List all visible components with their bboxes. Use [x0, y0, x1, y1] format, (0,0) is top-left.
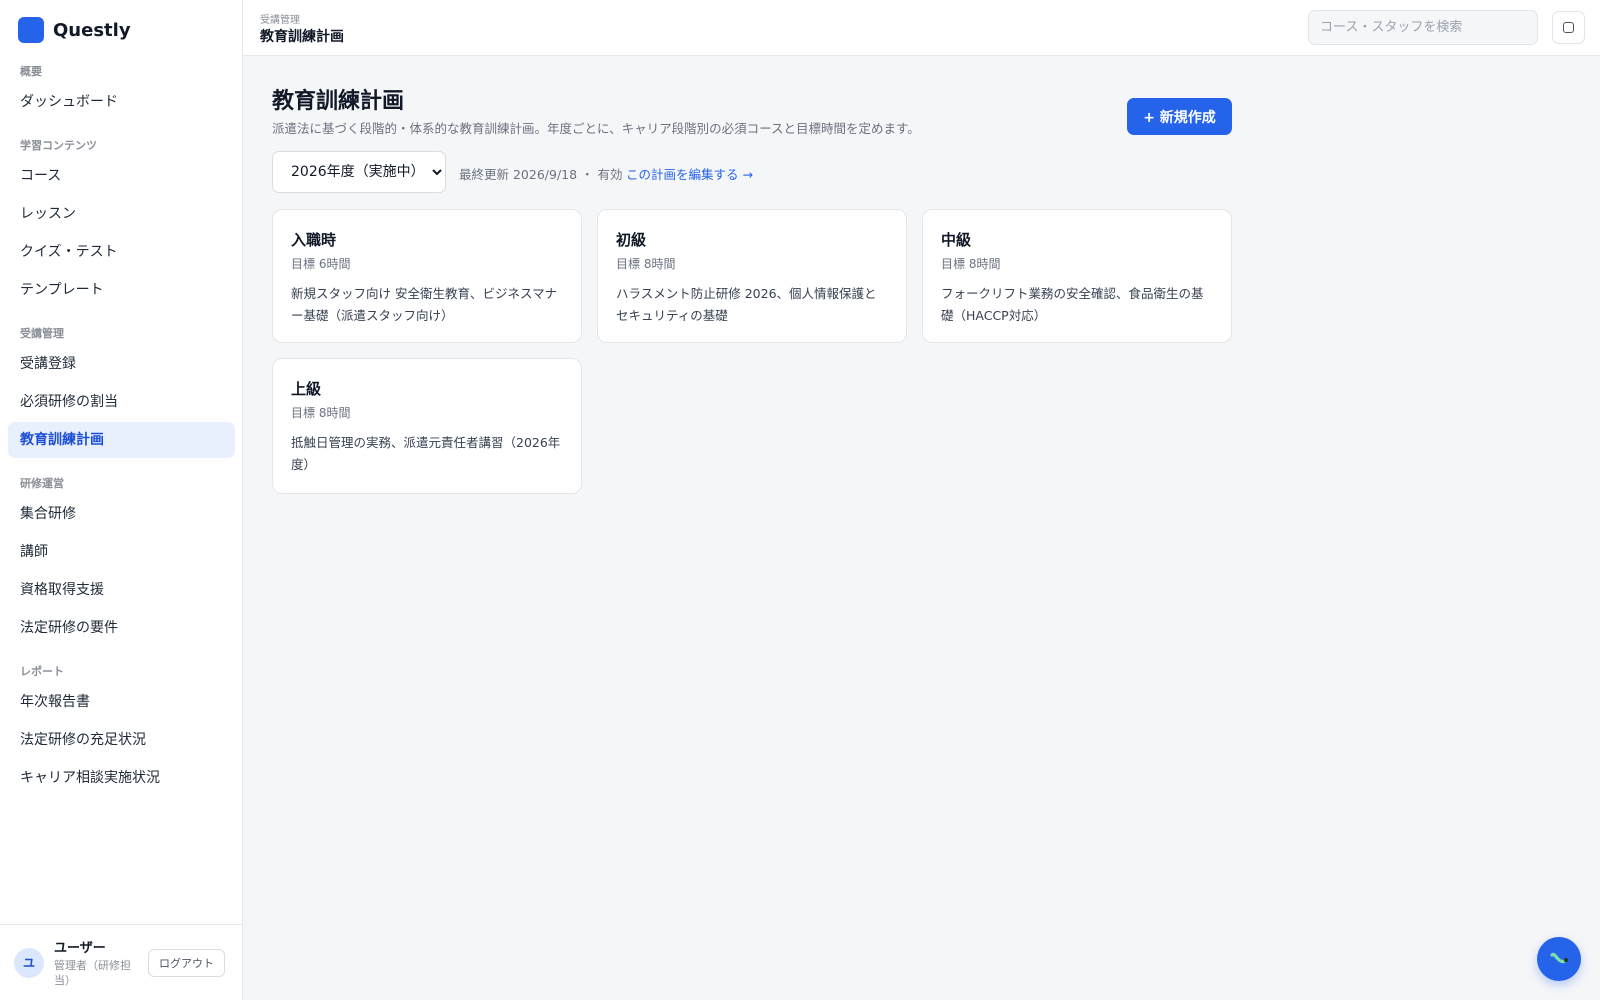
settings-button[interactable] — [1552, 11, 1585, 44]
user-panel: ユ ユーザー 管理者（研修担当） ログアウト — [0, 924, 243, 1000]
breadcrumb[interactable]: 受講管理 — [260, 11, 300, 26]
nav-section-label: 研修運営 — [20, 477, 64, 490]
plan-card-advanced[interactable]: 上級 目標 8時間 抵触日管理の実務、派遣元責任者講習（2026年度） — [272, 358, 582, 494]
card-target-hours: 目標 8時間 — [616, 257, 676, 271]
card-target-hours: 目標 8時間 — [291, 406, 351, 420]
sidebar-item-legal-requirements[interactable]: 法定研修の要件 — [8, 610, 235, 646]
chat-assistant-icon — [1550, 952, 1569, 964]
sidebar-item-dashboard[interactable]: ダッシュボード — [8, 84, 235, 120]
page-description: 派遣法に基づく段階的・体系的な教育訓練計画。年度ごとに、キャリア段階別の必須コー… — [272, 121, 920, 136]
edit-plan-link[interactable]: この計画を編集する → — [626, 164, 753, 183]
new-plan-button[interactable]: + 新規作成 — [1127, 98, 1232, 135]
card-description: ハラスメント防止研修 2026、個人情報保護とセキュリティの基礎 — [616, 286, 877, 323]
plan-card-beginner[interactable]: 初級 目標 8時間 ハラスメント防止研修 2026、個人情報保護とセキュリティの… — [597, 209, 907, 343]
sidebar-item-legal-status[interactable]: 法定研修の充足状況 — [8, 722, 235, 758]
sidebar-item-annual-report[interactable]: 年次報告書 — [8, 684, 235, 720]
user-name: ユーザー — [54, 941, 106, 956]
nav-section-label: 受講管理 — [20, 327, 64, 340]
card-title: 入職時 — [291, 231, 337, 249]
avatar: ユ — [14, 947, 44, 978]
card-target-hours: 目標 8時間 — [941, 257, 1001, 271]
sidebar-nav: 概要 ダッシュボード 学習コンテンツ コース レッスン クイズ・テスト テンプレ… — [8, 60, 235, 798]
search-input[interactable] — [1308, 10, 1538, 45]
nav-section-label: 概要 — [20, 65, 42, 78]
square-icon — [1563, 22, 1574, 33]
card-title: 中級 — [941, 231, 972, 249]
brand[interactable]: Questly — [18, 17, 131, 43]
nav-section-label: 学習コンテンツ — [20, 139, 97, 152]
plan-card-intermediate[interactable]: 中級 目標 8時間 フォークリフト業務の安全確認、食品衛生の基礎（HACCP対応… — [922, 209, 1232, 343]
page-title: 教育訓練計画 — [272, 89, 405, 114]
sidebar-item-enrollment[interactable]: 受講登録 — [8, 346, 235, 382]
plan-card-onboarding[interactable]: 入職時 目標 6時間 新規スタッフ向け 安全衛生教育、ビジネスマナー基礎（派遣ス… — [272, 209, 582, 343]
card-description: 新規スタッフ向け 安全衛生教育、ビジネスマナー基礎（派遣スタッフ向け） — [291, 286, 558, 323]
chat-assistant-button[interactable] — [1537, 937, 1581, 981]
sidebar-item-quizzes[interactable]: クイズ・テスト — [8, 234, 235, 270]
sidebar-item-courses[interactable]: コース — [8, 158, 235, 194]
user-info: ユーザー 管理者（研修担当） — [54, 937, 138, 988]
sidebar-item-training-plan[interactable]: 教育訓練計画 — [8, 422, 235, 458]
nav-section-label: レポート — [20, 665, 64, 678]
card-title: 上級 — [291, 380, 322, 398]
card-title: 初級 — [616, 231, 647, 249]
card-description: 抵触日管理の実務、派遣元責任者講習（2026年度） — [291, 435, 561, 472]
year-select[interactable]: 2026年度（実施中） — [272, 151, 446, 193]
plan-meta: 最終更新 2026/9/18 ・ 有効 — [459, 167, 623, 182]
sidebar-item-lessons[interactable]: レッスン — [8, 196, 235, 232]
sidebar-item-certification[interactable]: 資格取得支援 — [8, 572, 235, 608]
card-target-hours: 目標 6時間 — [291, 257, 351, 271]
sidebar-item-required-training[interactable]: 必須研修の割当 — [8, 384, 235, 420]
topbar: 受講管理 教育訓練計画 — [243, 0, 1600, 56]
logo-icon — [18, 17, 44, 43]
app-name: Questly — [53, 19, 131, 41]
sidebar-item-group-training[interactable]: 集合研修 — [8, 496, 235, 532]
logout-button[interactable]: ログアウト — [148, 948, 225, 977]
sidebar-item-templates[interactable]: テンプレート — [8, 272, 235, 308]
topbar-title: 教育訓練計画 — [260, 29, 344, 45]
sidebar-item-career-consultation[interactable]: キャリア相談実施状況 — [8, 760, 235, 796]
sidebar-item-instructors[interactable]: 講師 — [8, 534, 235, 570]
card-description: フォークリフト業務の安全確認、食品衛生の基礎（HACCP対応） — [941, 286, 1204, 323]
user-role: 管理者（研修担当） — [54, 959, 131, 987]
sidebar: Questly 概要 ダッシュボード 学習コンテンツ コース レッスン クイズ・… — [0, 0, 243, 1000]
